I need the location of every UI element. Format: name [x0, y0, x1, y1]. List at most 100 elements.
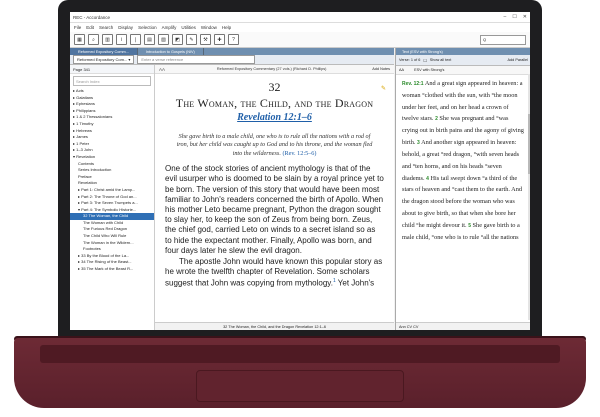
toc-item[interactable]: ▾ Revelation: [70, 154, 154, 161]
menu-help[interactable]: Help: [222, 25, 231, 30]
verse-number[interactable]: 2: [435, 116, 438, 122]
bible-text-scrollbar[interactable]: [528, 74, 530, 320]
search-icon[interactable]: ⌕: [88, 34, 99, 45]
tab-reformed-expository[interactable]: Reformed Expository Comm...: [70, 48, 138, 55]
disclosure-icon[interactable]: ▸: [73, 101, 75, 106]
disclosure-icon[interactable]: ▾: [78, 207, 80, 212]
bible-text-pane: Text (ESV with Strong's) Verse: 1 of 6 ☐…: [395, 48, 530, 330]
toc-item[interactable]: ▸ 1 Timothy: [70, 121, 154, 128]
map-icon[interactable]: ◩: [172, 34, 183, 45]
menu-utilities[interactable]: Utilities: [181, 25, 196, 30]
toolbar-search-input[interactable]: Q: [480, 34, 526, 45]
toc-item[interactable]: Series Introduction: [70, 167, 154, 174]
toc-item[interactable]: ▸ Ephesians: [70, 101, 154, 108]
toc-item[interactable]: The Furious Red Dragon: [70, 226, 154, 233]
disclosure-icon[interactable]: ▸: [73, 141, 75, 146]
disclosure-icon[interactable]: ▸: [78, 187, 80, 192]
verse-number[interactable]: 4: [426, 176, 429, 182]
menu-file[interactable]: File: [74, 25, 81, 30]
toc-item-label: Galatians: [76, 94, 94, 100]
toc-item[interactable]: ▸ 34 The Rising of the Beast...: [70, 259, 154, 266]
toc-item[interactable]: ▸ 33 By the Blood of the La...: [70, 253, 154, 260]
info-icon[interactable]: i: [116, 34, 127, 45]
toc-item[interactable]: ▸ Hebrews: [70, 128, 154, 135]
toc-item-label: 1 Timothy: [76, 120, 94, 126]
toc-item[interactable]: Contents: [70, 161, 154, 168]
verse-reference[interactable]: Rev. 12:1: [402, 81, 424, 87]
pencil-icon[interactable]: ✎: [381, 85, 386, 92]
disclosure-icon[interactable]: ▸: [78, 253, 80, 258]
toc-item[interactable]: ▸ Part 1: Christ amid the Lamp...: [70, 187, 154, 194]
toc-item[interactable]: Footnotes: [70, 246, 154, 253]
toc-item[interactable]: Revelation: [70, 180, 154, 187]
disclosure-icon[interactable]: ▸: [78, 259, 80, 264]
menu-display[interactable]: Display: [118, 25, 133, 30]
timeline-icon[interactable]: ▧: [158, 34, 169, 45]
disclosure-icon[interactable]: ▸: [78, 266, 80, 271]
parallel-icon[interactable]: ▥: [102, 34, 113, 45]
toc-item[interactable]: ▸ Part 3: The Seven Trumpets a...: [70, 200, 154, 207]
toc-item[interactable]: ▸ Philippians: [70, 108, 154, 115]
add-parallel-button[interactable]: Add Parallel: [508, 58, 528, 62]
toc-item[interactable]: 32 The Woman, the Child: [70, 213, 154, 220]
epigraph-reference-link[interactable]: (Rev. 12:5–6): [282, 150, 316, 157]
toc-item[interactable]: ▸ Acts: [70, 88, 154, 95]
disclosure-icon[interactable]: ▸: [73, 114, 75, 119]
disclosure-icon[interactable]: ▾: [73, 154, 75, 159]
toc-item[interactable]: The Woman with Child: [70, 220, 154, 227]
verse-reference-input[interactable]: Enter a verse reference: [137, 55, 256, 64]
resource-select[interactable]: Reformed Expository Com... ▾: [73, 55, 135, 64]
toc-item[interactable]: ▸ Galatians: [70, 95, 154, 102]
library-icon[interactable]: ▦: [74, 34, 85, 45]
disclosure-icon[interactable]: ▸: [73, 88, 75, 93]
stack-icon[interactable]: ▤: [144, 34, 155, 45]
toc-item-label: Part 1: Christ amid the Lamp...: [81, 186, 136, 192]
add-notes-button[interactable]: Add Notes: [372, 67, 390, 71]
tab-esv-strongs[interactable]: Text (ESV with Strong's): [396, 48, 530, 55]
menu-window[interactable]: Window: [201, 25, 217, 30]
disclosure-icon[interactable]: ▸: [73, 121, 75, 126]
disclosure-icon[interactable]: ▸: [73, 134, 75, 139]
toc-search-input[interactable]: Search Index: [73, 76, 151, 86]
scrollbar-thumb[interactable]: [528, 114, 530, 174]
disclosure-icon[interactable]: ▸: [78, 200, 80, 205]
verse-number[interactable]: 3: [417, 140, 420, 146]
toc-item[interactable]: Preface: [70, 174, 154, 181]
tab-introduction-gospels[interactable]: Introduction to Gospels (NIV): [138, 48, 204, 55]
disclosure-icon[interactable]: ▸: [73, 128, 75, 133]
chapter-reference-link[interactable]: Revelation 12:1–6: [165, 112, 384, 123]
chapter-title: The Woman, the Child, and the Dragon: [175, 96, 374, 110]
menu-search[interactable]: Search: [99, 25, 113, 30]
toc-item[interactable]: ▸ 1 & 2 Thessalonians: [70, 114, 154, 121]
minimize-button[interactable]: –: [504, 14, 507, 20]
plus-icon[interactable]: ✚: [214, 34, 225, 45]
edit-icon[interactable]: ✎: [186, 34, 197, 45]
text-size-button[interactable]: AA: [159, 67, 165, 72]
show-all-label: Show all text: [429, 58, 452, 62]
verse-number[interactable]: 5: [468, 223, 471, 229]
menu-selection[interactable]: Selection: [138, 25, 157, 30]
text-size-button[interactable]: AA: [399, 68, 404, 72]
toc-item[interactable]: ▸ 1 Peter: [70, 141, 154, 148]
toc-item[interactable]: ▸ 1–3 John: [70, 147, 154, 154]
close-button[interactable]: ✕: [523, 14, 527, 20]
toc-item-label: The Furious Red Dragon: [83, 226, 128, 232]
toc-item[interactable]: ▾ Part 4: The Symbolic Historie...: [70, 207, 154, 214]
disclosure-icon[interactable]: ▸: [73, 108, 75, 113]
bookmark-icon[interactable]: ❘: [130, 34, 141, 45]
toc-item[interactable]: ▸ 35 The Mark of the Beast R...: [70, 266, 154, 273]
maximize-button[interactable]: ☐: [512, 14, 516, 20]
disclosure-icon[interactable]: ▸: [78, 194, 80, 199]
disclosure-icon[interactable]: ▸: [73, 95, 75, 100]
toc-item[interactable]: The Woman in the Wildern...: [70, 240, 154, 247]
toc-item[interactable]: ▸ James: [70, 134, 154, 141]
toc-item-label: Preface: [78, 173, 92, 179]
disclosure-icon[interactable]: ▸: [73, 147, 75, 152]
menu-amplify[interactable]: Amplify: [162, 25, 177, 30]
tools-icon[interactable]: ⚒: [200, 34, 211, 45]
toc-item[interactable]: The Child Who Will Rule: [70, 233, 154, 240]
show-all-checkbox[interactable]: ☐: [423, 58, 426, 63]
help-icon[interactable]: ?: [228, 34, 239, 45]
toc-item[interactable]: ▸ Part 2: The Throne of God an...: [70, 194, 154, 201]
menu-edit[interactable]: Edit: [86, 25, 94, 30]
